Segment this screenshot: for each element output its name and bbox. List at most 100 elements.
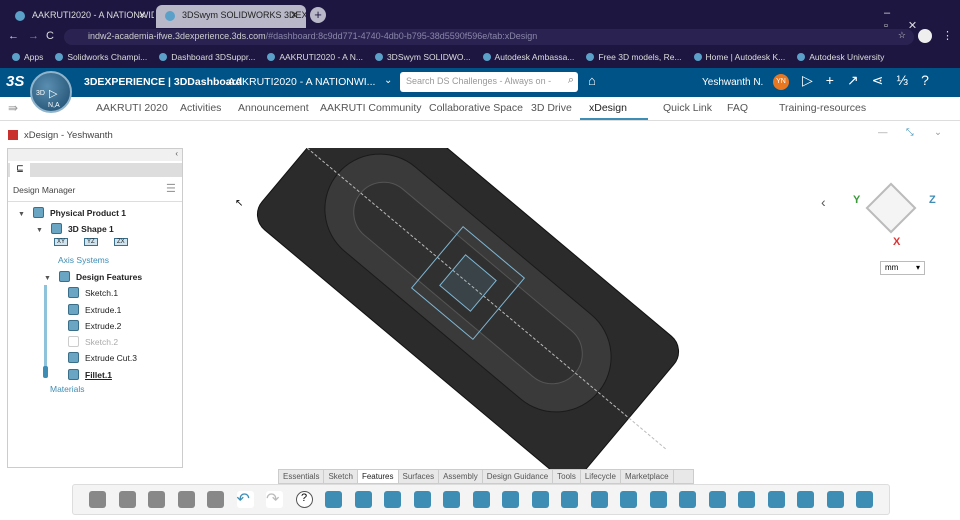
redo-icon[interactable]: ↷ [266, 491, 283, 508]
url-input[interactable]: indw2-academia-ifwe.3dexperience.3ds.com… [64, 29, 914, 45]
toolbar-tab-sketch[interactable]: Sketch [324, 470, 358, 483]
user-name[interactable]: Yeshwanth N. [702, 77, 763, 88]
bookmark-item[interactable]: 3DSwym SOLIDWO... [374, 52, 471, 62]
unit-select[interactable]: mm ▾ [880, 261, 925, 275]
3d-viewport[interactable]: ↖ ‹ Y Z X mm ▾ [183, 86, 960, 480]
browser-tab-active[interactable]: 3DSwym SOLIDWORKS 3DEXPER✕ [156, 5, 306, 28]
tree-item[interactable]: Axis Systems [53, 255, 109, 265]
toolbar-tab-tools[interactable]: Tools [553, 470, 581, 483]
tab-faq[interactable]: FAQ [727, 102, 748, 114]
tab-training-resources[interactable]: Training-resources [779, 102, 866, 114]
tree-item[interactable]: ▼ Physical Product 1 [18, 207, 126, 218]
rollback-handle[interactable] [43, 366, 48, 378]
tab-announcement[interactable]: Announcement [238, 102, 309, 114]
revolve-icon[interactable] [384, 491, 401, 508]
tree-item[interactable]: Extrude Cut.3 [68, 352, 137, 363]
tab-xdesign[interactable]: xDesign [589, 102, 627, 114]
bookmark-item[interactable]: Free 3D models, Re... [586, 52, 682, 62]
toolbar-tab-assembly[interactable]: Assembly [439, 470, 483, 483]
tab-aakruti-community[interactable]: AAKRUTI Community [320, 102, 422, 114]
view-icon[interactable] [118, 491, 136, 508]
plane-xy-icon[interactable]: XY [54, 238, 69, 246]
dashboard-title[interactable]: AAKRUTI2020 - A NATIONWI... [228, 76, 375, 88]
menu-icon[interactable]: ☰ [166, 182, 176, 195]
toolbar-tab-marketplace[interactable]: Marketplace [621, 470, 674, 483]
bookmark-item[interactable]: Apps [12, 52, 43, 62]
header-action-icons[interactable]: ▷+↗⋖⅓? [802, 72, 942, 89]
close-tab-icon[interactable]: ✕ [138, 10, 146, 21]
bookmark-item[interactable]: Autodesk University [797, 52, 884, 62]
sidebar-toggle-icon[interactable]: ⇛ [8, 101, 18, 115]
help-icon[interactable]: ? [295, 491, 313, 508]
expand-triangle-icon[interactable]: ▼ [18, 211, 25, 218]
minimize-icon[interactable]: — [878, 127, 888, 138]
reload-icon[interactable]: C [46, 30, 54, 42]
extrude-icon[interactable] [354, 491, 372, 508]
hole-icon[interactable] [502, 491, 519, 508]
menu-icon[interactable]: ⋮ [942, 29, 953, 42]
sketch-icon[interactable] [325, 491, 342, 508]
tree-item[interactable]: Fillet.1 [68, 369, 112, 380]
share-icon[interactable] [207, 491, 224, 508]
boolean-icon[interactable] [767, 491, 785, 508]
bookmark-item[interactable]: Autodesk Ambassa... [482, 52, 574, 62]
more-icon[interactable] [856, 491, 873, 508]
move-icon[interactable] [797, 491, 814, 508]
forward-icon[interactable]: → [28, 30, 39, 42]
tab-3d-drive[interactable]: 3D Drive [531, 102, 572, 114]
tab-quick-link[interactable]: Quick Link [663, 102, 712, 114]
plane-yz-icon[interactable]: YZ [84, 238, 98, 246]
thicken-icon[interactable] [708, 491, 726, 508]
save-icon[interactable] [148, 491, 165, 508]
tree-item[interactable]: ▼ Design Features [44, 271, 142, 282]
toolbar-tab-surfaces[interactable]: Surfaces [399, 470, 440, 483]
compass-icon[interactable]: ▷ N,A 3D [30, 71, 72, 113]
bookmark-item[interactable]: Dashboard 3DSuppr... [159, 52, 255, 62]
pattern-icon[interactable] [649, 491, 667, 508]
bookmark-item[interactable]: AAKRUTI2020 - A N... [267, 52, 363, 62]
part-icon[interactable] [89, 491, 106, 508]
toolbar-tab-design-guidance[interactable]: Design Guidance [483, 470, 554, 483]
close-tab-icon[interactable]: ✕ [290, 10, 298, 21]
browser-tab[interactable]: AAKRUTI2020 - A NATIONWIDE I✕ [6, 5, 154, 28]
draft-icon[interactable] [590, 491, 608, 508]
split-icon[interactable] [738, 491, 755, 508]
tree-item[interactable]: Extrude.2 [68, 320, 121, 331]
tree-item[interactable]: Sketch.1 [68, 287, 118, 298]
search-input[interactable]: Search DS Challenges - Always on - ⌕ [400, 72, 578, 92]
tree-item[interactable]: ▼ 3D Shape 1 [36, 223, 114, 234]
loft-icon[interactable] [443, 491, 460, 508]
fillet-icon[interactable] [531, 491, 549, 508]
toolbar-tab-features[interactable]: Features [357, 470, 399, 483]
avatar[interactable]: YN [773, 74, 789, 90]
tree-item[interactable]: Sketch.2 [68, 336, 118, 347]
expand-triangle-icon[interactable]: ▼ [36, 227, 43, 234]
surface-icon[interactable] [826, 491, 844, 508]
tree-item[interactable]: Extrude.1 [68, 304, 121, 315]
tab-collaborative-space[interactable]: Collaborative Space [429, 102, 523, 114]
mirror-icon[interactable] [620, 491, 637, 508]
undo-icon[interactable]: ↶ [236, 491, 254, 508]
tree-icon[interactable]: ⊑ [10, 163, 30, 177]
expand-triangle-icon[interactable]: ▼ [44, 275, 51, 282]
bookmark-star-icon[interactable]: ☆ [898, 30, 906, 41]
chamfer-icon[interactable] [561, 491, 578, 508]
chevron-left-icon[interactable]: ‹ [821, 194, 826, 210]
toolbar-tab-essentials[interactable]: Essentials [279, 470, 325, 483]
chevron-down-icon[interactable]: ⌄ [384, 75, 392, 86]
sweep-icon[interactable] [413, 491, 431, 508]
search-icon[interactable]: ⌕ [568, 74, 574, 87]
collapse-icon[interactable]: ⤡ [906, 127, 914, 138]
validate-icon[interactable] [177, 491, 195, 508]
collapse-panel-button[interactable]: ‹ [8, 149, 182, 161]
profile-avatar[interactable] [918, 29, 932, 43]
shell-icon[interactable] [472, 491, 490, 508]
tag-icon[interactable]: ⌂ [588, 73, 596, 88]
tab-activities[interactable]: Activities [180, 102, 221, 114]
plane-zx-icon[interactable]: ZX [114, 238, 128, 246]
rib-icon[interactable] [679, 491, 696, 508]
view-cube-icon[interactable] [865, 182, 917, 234]
view-triad[interactable]: Y Z X [851, 178, 941, 250]
tab-aakruti-2020[interactable]: AAKRUTI 2020 [96, 102, 168, 114]
chevron-down-icon[interactable]: ⌄ [934, 127, 942, 138]
